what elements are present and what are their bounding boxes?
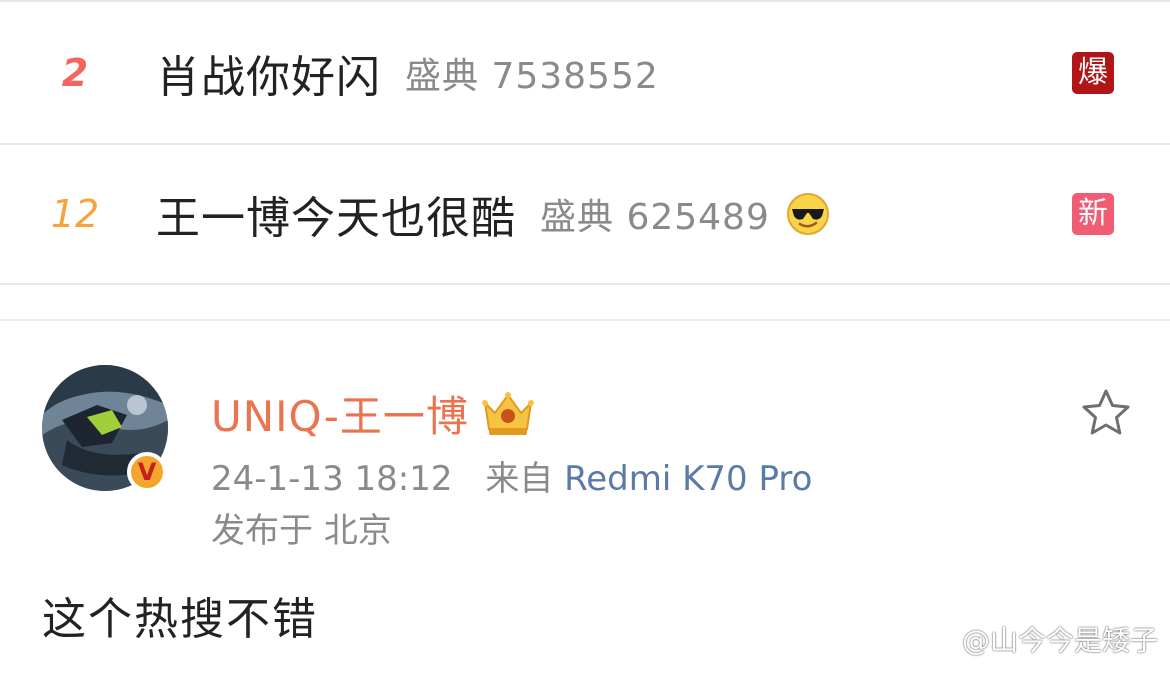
hot-search-item[interactable]: 2 肖战你好闪 盛典 7538552 爆 (0, 0, 1170, 145)
post-info: 24-1-13 18:12 来自 Redmi K70 Pro (211, 451, 812, 500)
post-text: 这个热搜不错 (42, 594, 318, 645)
weibo-logo-icon (917, 622, 960, 656)
username[interactable]: UNIQ-王一博 (211, 383, 469, 444)
user-header: UNIQ-王一博 (211, 383, 537, 444)
sunglasses-smiley-icon (786, 193, 829, 235)
hot-search-meta: 盛典 625489 (540, 197, 770, 238)
device-link[interactable]: Redmi K70 Pro (564, 459, 812, 499)
section-divider (0, 285, 1170, 321)
v-verified-icon: V (127, 452, 167, 492)
post-card: V UNIQ-王一博 24-1-13 18:12 来自 Redmi K70 Pr… (0, 321, 1170, 673)
watermark: @山今今是矮子 (916, 619, 1158, 659)
hot-search-item[interactable]: 12 王一博今天也很酷 盛典 625489 新 (0, 145, 1170, 285)
hot-search-meta: 盛典 7538552 (405, 55, 659, 97)
rank-number: 12 (50, 192, 100, 236)
hot-search-title[interactable]: 王一博今天也很酷 (156, 182, 516, 246)
from-label: 来自 (485, 459, 554, 499)
hot-search-title[interactable]: 肖战你好闪 (156, 41, 381, 105)
hot-search-list: 2 肖战你好闪 盛典 7538552 爆 12 王一博今天也很酷 盛典 6254… (0, 0, 1170, 285)
watermark-text: @山今今是矮子 (961, 624, 1158, 657)
post-timestamp: 24-1-13 18:12 (211, 459, 453, 499)
crown-member-icon[interactable] (479, 389, 537, 439)
post-location: 发布于 北京 (211, 511, 392, 551)
new-badge: 新 (1072, 193, 1114, 235)
star-outline-icon[interactable] (1080, 387, 1132, 439)
hot-badge: 爆 (1072, 51, 1114, 94)
rank-number: 2 (61, 50, 89, 95)
